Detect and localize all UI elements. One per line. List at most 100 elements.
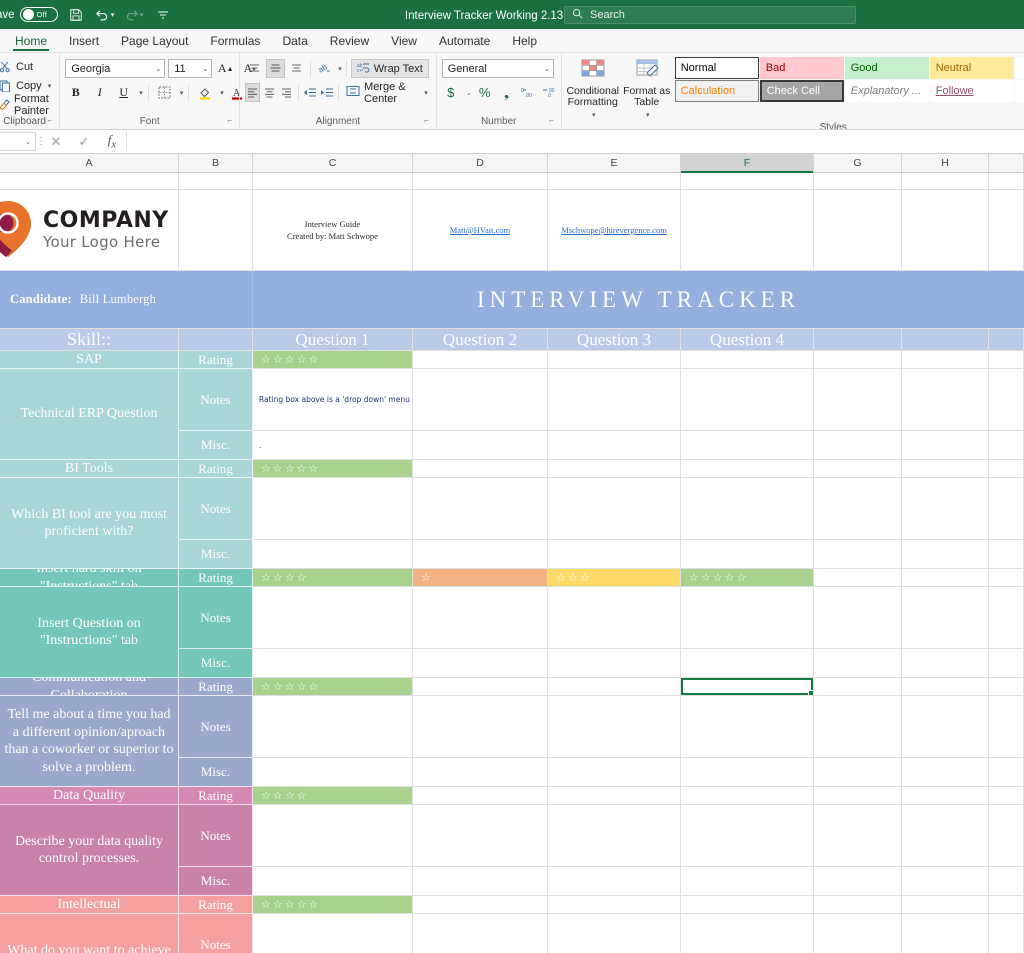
cell-g-logo-row[interactable] xyxy=(814,190,902,271)
column-header-g[interactable]: G xyxy=(814,154,902,172)
cell-i[interactable] xyxy=(989,460,1024,478)
cell-i[interactable] xyxy=(989,351,1024,369)
notes-cell[interactable] xyxy=(253,914,413,953)
misc-cell[interactable] xyxy=(413,649,548,678)
email-cell-2[interactable]: Mschwope@hirevergence.com xyxy=(548,190,681,271)
decrease-decimal-button[interactable]: 00.0 xyxy=(542,83,560,102)
chevron-down-icon[interactable]: ▾ xyxy=(424,89,428,97)
misc-cell[interactable] xyxy=(413,758,548,787)
number-dialog-launcher-icon[interactable]: ⌐ xyxy=(549,114,554,128)
rating-cell[interactable]: ☆☆☆ xyxy=(548,569,681,587)
notes-cell[interactable] xyxy=(548,587,681,649)
cell-h[interactable] xyxy=(902,540,989,569)
rating-cell-empty[interactable] xyxy=(548,896,681,914)
interview-guide-info[interactable]: Interview Guide Created by: Matt Schwope xyxy=(253,190,413,271)
cell-h-logo-row[interactable] xyxy=(902,190,989,271)
bold-button[interactable]: B xyxy=(65,83,86,102)
comma-style-button[interactable]: ❟ xyxy=(498,83,516,102)
rating-cell-empty[interactable] xyxy=(681,351,814,369)
cell-i[interactable] xyxy=(989,696,1024,758)
style-normal[interactable]: Normal xyxy=(674,57,759,79)
tab-home[interactable]: Home xyxy=(4,29,58,52)
rating-cell[interactable]: ☆☆☆☆ xyxy=(253,787,413,805)
misc-cell[interactable]: . xyxy=(253,431,413,460)
conditional-formatting-button[interactable]: Conditional Formatting ▾ xyxy=(566,57,619,121)
misc-cell[interactable] xyxy=(548,867,681,896)
alignment-dialog-launcher-icon[interactable]: ⌐ xyxy=(424,114,429,128)
notes-cell[interactable] xyxy=(413,805,548,867)
notes-cell[interactable] xyxy=(681,805,814,867)
font-name-combo[interactable]: Georgia ⌄ xyxy=(65,59,166,78)
save-icon[interactable] xyxy=(65,4,87,26)
question-4-header[interactable]: Question 4 xyxy=(681,329,814,351)
email-link-1[interactable]: Matt@HVait.com xyxy=(450,225,510,235)
chevron-down-icon[interactable]: ▾ xyxy=(48,82,52,90)
currency-button[interactable]: $ xyxy=(442,83,460,102)
rating-cell-empty[interactable] xyxy=(681,787,814,805)
misc-cell[interactable] xyxy=(253,540,413,569)
orientation-icon[interactable]: ab xyxy=(315,59,334,78)
cell-e-spacer[interactable] xyxy=(548,173,681,190)
name-box[interactable]: ⌄ xyxy=(0,132,36,151)
notes-cell[interactable] xyxy=(413,587,548,649)
align-middle-button[interactable] xyxy=(266,59,286,78)
cell-i[interactable] xyxy=(989,914,1024,953)
cell-g[interactable] xyxy=(814,431,902,460)
style-explanatory[interactable]: Explanatory ... xyxy=(844,80,929,102)
cell-h[interactable] xyxy=(902,478,989,540)
cell-g[interactable] xyxy=(814,478,902,540)
style-extra-1[interactable] xyxy=(1014,57,1024,79)
chevron-down-icon[interactable]: ⌄ xyxy=(466,89,472,97)
cell-h[interactable] xyxy=(902,351,989,369)
rating-cell-empty[interactable] xyxy=(548,351,681,369)
cell-f-spacer[interactable] xyxy=(681,173,814,190)
align-left-button[interactable] xyxy=(245,83,261,102)
cell-i[interactable] xyxy=(989,867,1024,896)
cell-i[interactable] xyxy=(989,758,1024,787)
rating-cell-empty[interactable] xyxy=(413,351,548,369)
tab-view[interactable]: View xyxy=(380,29,428,52)
cell-h[interactable] xyxy=(902,587,989,649)
cell-i[interactable] xyxy=(989,540,1024,569)
skill-header[interactable]: Skill:: xyxy=(0,329,179,351)
font-size-combo[interactable]: 11 ⌄ xyxy=(168,59,213,78)
skill-question[interactable]: Which BI tool are you most proficient wi… xyxy=(0,478,179,569)
question-2-header[interactable]: Question 2 xyxy=(413,329,548,351)
cut-button[interactable]: Cut xyxy=(0,58,54,75)
cell-g[interactable] xyxy=(814,787,902,805)
skill-name[interactable]: Insert hard skill on "Instructions" tab xyxy=(0,569,179,587)
cell-g-spacer[interactable] xyxy=(814,173,902,190)
candidate-cell[interactable]: Candidate: Bill Lumbergh xyxy=(0,271,253,329)
misc-cell[interactable] xyxy=(413,867,548,896)
rating-cell-empty[interactable] xyxy=(413,787,548,805)
skill-question[interactable]: Insert Question on "Instructions" tab xyxy=(0,587,179,678)
redo-icon[interactable]: ▾ xyxy=(123,4,145,26)
misc-cell[interactable] xyxy=(548,540,681,569)
cell-f-logo-row[interactable] xyxy=(681,190,814,271)
cell-g[interactable] xyxy=(814,569,902,587)
cancel-icon[interactable]: ✕ xyxy=(42,134,70,150)
cell-i-logo-row[interactable] xyxy=(989,190,1024,271)
notes-cell[interactable] xyxy=(548,696,681,758)
tab-data[interactable]: Data xyxy=(271,29,318,52)
chevron-down-icon[interactable]: ⌄ xyxy=(25,138,31,146)
rating-cell[interactable]: ☆☆☆☆☆ xyxy=(253,351,413,369)
cell-h[interactable] xyxy=(902,896,989,914)
format-painter-button[interactable]: Format Painter xyxy=(0,93,54,117)
rating-cell-empty[interactable] xyxy=(548,787,681,805)
chevron-down-icon[interactable]: ▾ xyxy=(338,65,342,73)
misc-cell[interactable] xyxy=(548,649,681,678)
cell-h[interactable] xyxy=(902,678,989,696)
notes-cell[interactable] xyxy=(413,914,548,953)
cell-a-spacer[interactable] xyxy=(0,173,179,190)
cell-h[interactable] xyxy=(902,569,989,587)
misc-cell[interactable] xyxy=(681,758,814,787)
align-center-button[interactable] xyxy=(262,83,277,102)
rating-cell-empty[interactable] xyxy=(681,896,814,914)
rating-cell[interactable]: ☆☆☆☆☆ xyxy=(681,569,814,587)
align-top-button[interactable] xyxy=(245,59,264,78)
decrease-indent-button[interactable] xyxy=(303,83,318,102)
number-format-combo[interactable]: General ⌄ xyxy=(441,59,554,78)
chevron-down-icon[interactable]: ▾ xyxy=(646,110,650,121)
cell-g[interactable] xyxy=(814,758,902,787)
